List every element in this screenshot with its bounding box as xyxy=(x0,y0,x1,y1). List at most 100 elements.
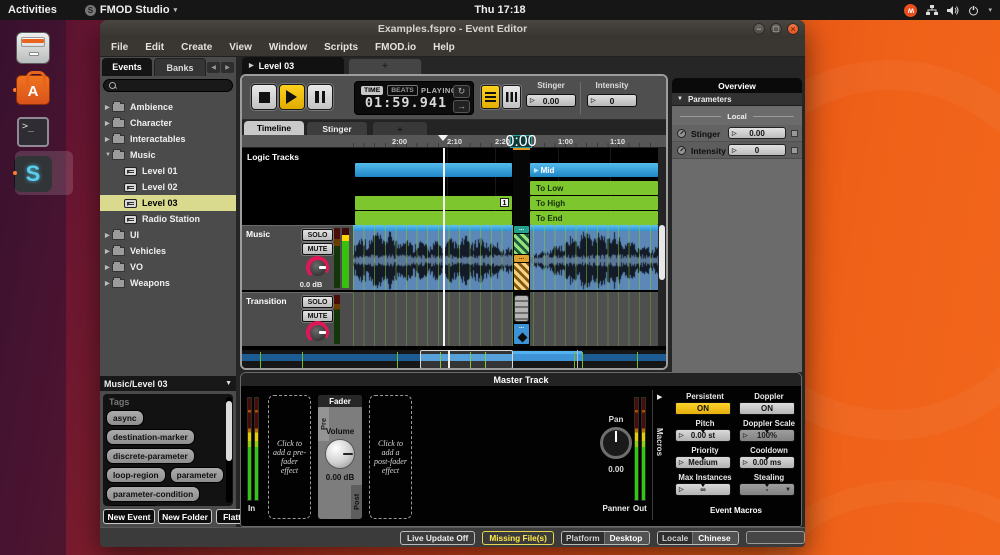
master-track-title[interactable]: Master Track xyxy=(241,373,801,387)
tab-forward-button[interactable]: ▶ xyxy=(221,62,234,73)
close-button[interactable]: × xyxy=(787,23,799,35)
tab-back-button[interactable]: ◀ xyxy=(207,62,220,73)
network-icon[interactable] xyxy=(926,5,938,16)
automation-checkbox[interactable] xyxy=(791,130,798,137)
tree-item-level-02[interactable]: Level 02 xyxy=(100,179,236,195)
chevron-right-icon[interactable]: ▶ xyxy=(105,104,112,111)
locale-value[interactable]: Chinese▼ xyxy=(693,532,739,544)
tree-item-level-01[interactable]: Level 01 xyxy=(100,163,236,179)
stinger-value-field[interactable]: ▷ 0.00 xyxy=(728,127,786,139)
source-fade-header[interactable]: ... xyxy=(514,226,529,233)
add-sheet-tab-button[interactable]: + xyxy=(372,121,428,135)
tree-item-vo[interactable]: ▶VO xyxy=(100,259,236,275)
transition-region-left-2[interactable] xyxy=(355,211,512,225)
chevron-right-icon[interactable]: ▶ xyxy=(105,264,112,271)
playhead-handle[interactable] xyxy=(438,135,448,146)
power-icon[interactable] xyxy=(968,5,979,16)
pan-knob[interactable] xyxy=(600,427,632,459)
music-solo-button[interactable]: SOLO xyxy=(302,229,333,241)
tags-scrollbar[interactable] xyxy=(226,397,232,503)
stop-button[interactable] xyxy=(251,84,277,110)
menu-edit[interactable]: Edit xyxy=(145,42,164,53)
timeline-ruler[interactable]: 2:00 2:10 2:20 1:00 1:10 xyxy=(242,135,666,148)
menu-fmod-io[interactable]: FMOD.io xyxy=(375,42,416,53)
minimize-button[interactable]: − xyxy=(753,23,765,35)
tag-async[interactable]: async xyxy=(106,410,144,426)
fader-module[interactable]: Fader Pre Post Volume 0.00 dB xyxy=(318,395,362,519)
dock-software-icon[interactable]: A xyxy=(11,70,55,110)
menu-view[interactable]: View xyxy=(229,42,252,53)
music-track-lane[interactable] xyxy=(353,225,658,290)
pause-button[interactable] xyxy=(307,84,333,110)
locale-selector[interactable]: Locale Chinese▼ xyxy=(657,531,739,545)
chevron-right-icon[interactable]: ▶ xyxy=(105,280,112,287)
dock-files-icon[interactable] xyxy=(11,28,55,68)
scrollbar-thumb[interactable] xyxy=(226,401,232,461)
transition-timeline-column[interactable]: ... ... ... xyxy=(513,148,530,346)
automation-checkbox[interactable] xyxy=(791,147,798,154)
chevron-right-icon[interactable]: ▶ xyxy=(105,120,112,127)
tab-stinger[interactable]: Stinger xyxy=(306,121,368,135)
tracks-vertical-scrollbar[interactable] xyxy=(658,148,666,346)
transition-to-low[interactable]: To Low xyxy=(530,181,658,195)
tag-persistent[interactable]: persistent xyxy=(106,505,160,506)
destination-fade-header[interactable]: ... xyxy=(514,255,529,262)
fmod-tray-icon[interactable]: ʍ xyxy=(904,4,917,17)
tree-item-radio-station[interactable]: Radio Station xyxy=(100,211,236,227)
parameters-section-header[interactable]: ▼ Parameters xyxy=(672,93,802,106)
post-fader-effect-slot[interactable]: Click to add a post-fader effect xyxy=(369,395,412,519)
master-volume-knob[interactable] xyxy=(325,439,355,469)
menu-window[interactable]: Window xyxy=(269,42,307,53)
clock[interactable]: Thu 17:18 xyxy=(0,4,1000,16)
platform-value[interactable]: Desktop▼ xyxy=(605,532,650,544)
doppler-toggle[interactable]: ON xyxy=(739,402,795,415)
max-instances-field[interactable]: ▷∞ xyxy=(675,483,731,496)
window-titlebar[interactable]: Examples.fspro - Event Editor − □ × xyxy=(100,20,805,38)
persistent-toggle[interactable]: ON xyxy=(675,402,731,415)
system-menu-caret-icon[interactable]: ▾ xyxy=(988,6,992,14)
chevron-right-icon[interactable]: ▶ xyxy=(105,136,112,143)
navigator-viewport[interactable] xyxy=(420,350,513,369)
tree-item-character[interactable]: ▶Character xyxy=(100,115,236,131)
transition-region-left[interactable]: 1° xyxy=(355,196,512,210)
timeline-navigator[interactable] xyxy=(242,348,666,368)
cooldown-field[interactable]: ▷0.00 ms xyxy=(739,456,795,469)
marker-mid[interactable]: ▶Mid xyxy=(530,163,658,177)
transition-track-lane[interactable] xyxy=(353,292,658,346)
chevron-right-icon[interactable]: ▶ xyxy=(105,248,112,255)
tag-parameter[interactable]: parameter xyxy=(170,467,224,483)
loop-playback-button[interactable]: ↻ xyxy=(453,85,470,98)
scrollbar-thumb[interactable] xyxy=(659,225,665,280)
tree-item-level-03-selected[interactable]: Level 03 xyxy=(100,195,236,211)
chevron-right-icon[interactable]: ▶ xyxy=(105,232,112,239)
lanes-view-toggle[interactable] xyxy=(502,85,521,109)
event-tab-level-03[interactable]: ▶ Level 03 xyxy=(242,57,344,74)
pitch-field[interactable]: ▷0.00 st xyxy=(675,429,731,442)
menu-create[interactable]: Create xyxy=(181,42,212,53)
tab-events[interactable]: Events xyxy=(102,58,152,76)
new-event-button[interactable]: New Event xyxy=(103,509,155,524)
time-mode-toggle[interactable]: TIME xyxy=(361,86,383,95)
missing-files-button[interactable]: Missing File(s) xyxy=(482,531,554,545)
playhead-line[interactable] xyxy=(443,148,445,346)
tree-item-ambience[interactable]: ▶Ambience xyxy=(100,99,236,115)
tag-destination-marker[interactable]: destination-marker xyxy=(106,429,195,445)
tag-discrete-parameter[interactable]: discrete-parameter xyxy=(106,448,195,464)
maximize-button[interactable]: □ xyxy=(770,23,782,35)
transition-clip-capsule[interactable] xyxy=(514,295,529,322)
loop-region-bar[interactable] xyxy=(355,163,512,177)
transition-solo-button[interactable]: SOLO xyxy=(302,296,333,308)
menu-scripts[interactable]: Scripts xyxy=(324,42,358,53)
expand-arrow-icon[interactable]: ▶ xyxy=(657,393,662,401)
destination-fade-cell[interactable] xyxy=(514,263,529,290)
tree-item-music[interactable]: ▼Music xyxy=(100,147,236,163)
source-fade-cell[interactable] xyxy=(514,234,529,254)
doppler-scale-field[interactable]: ▷100% xyxy=(739,429,795,442)
tracks-view-toggle[interactable] xyxy=(481,85,500,109)
tag-loop-region[interactable]: loop-region xyxy=(106,467,166,483)
music-volume-knob[interactable] xyxy=(306,256,329,279)
menu-file[interactable]: File xyxy=(111,42,128,53)
intensity-value-field[interactable]: ▷ 0 xyxy=(728,144,786,156)
tab-banks[interactable]: Banks xyxy=(154,58,206,76)
volume-icon[interactable] xyxy=(947,5,959,16)
